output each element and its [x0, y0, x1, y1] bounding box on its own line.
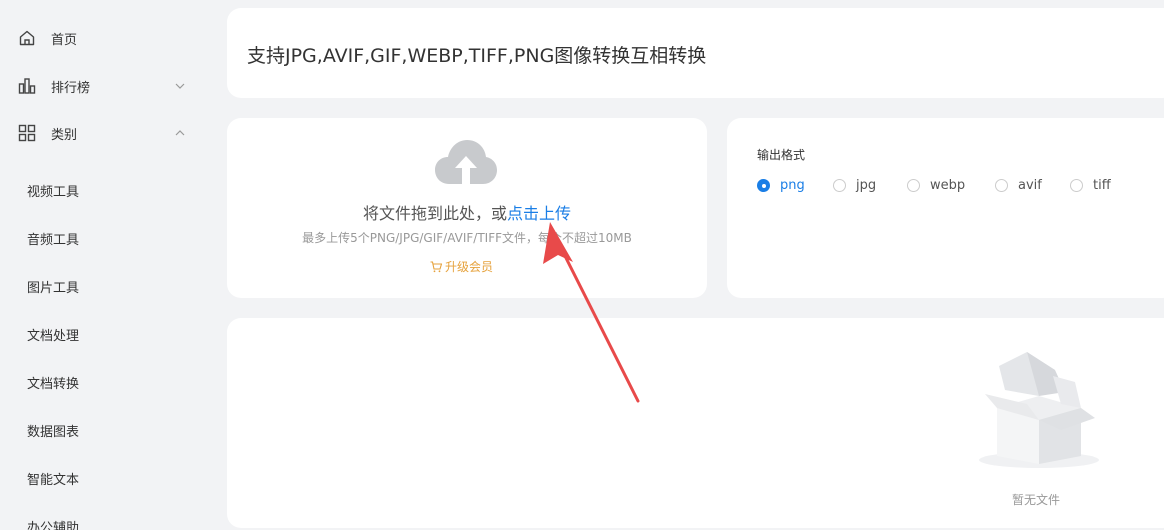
radio-jpg[interactable]: jpg	[833, 178, 876, 193]
radio-dot	[757, 179, 770, 192]
upgrade-member-link[interactable]: 升级会员	[430, 258, 493, 275]
upload-prompt-text: 将文件拖到此处，或	[362, 204, 507, 223]
sidebar: 首页 排行榜 类别 视频工具 音频工具 图片工具 文档处理 文档转换 数据图表 …	[0, 0, 210, 530]
radio-dot	[1070, 179, 1083, 192]
nav-item-ranking[interactable]: 排行榜	[0, 66, 210, 106]
sidebar-item-doc-processing[interactable]: 文档处理	[27, 321, 79, 347]
empty-state-text: 暂无文件	[1012, 493, 1061, 507]
cart-icon	[430, 260, 442, 272]
radio-label: avif	[1018, 178, 1042, 193]
nav-item-label: 排行榜	[51, 80, 91, 96]
output-format-card: 输出格式 png jpg webp avif tiff	[727, 118, 1164, 298]
sidebar-item-smart-text[interactable]: 智能文本	[27, 465, 79, 491]
radio-label: webp	[930, 178, 966, 193]
nav-item-label: 类别	[51, 127, 78, 143]
nav-item-home[interactable]: 首页	[0, 18, 210, 58]
radio-png[interactable]: png	[757, 178, 805, 193]
sidebar-item-image-tools[interactable]: 图片工具	[27, 273, 79, 299]
upload-dropzone[interactable]: 将文件拖到此处，或点击上传 最多上传5个PNG/JPG/GIF/AVIF/TIF…	[227, 118, 707, 298]
sidebar-item-doc-conversion[interactable]: 文档转换	[27, 369, 79, 395]
sidebar-item-office-assist[interactable]: 办公辅助	[27, 513, 79, 530]
radio-label: jpg	[856, 178, 877, 193]
upgrade-label: 升级会员	[445, 260, 494, 274]
chevron-down-icon	[175, 83, 185, 89]
file-list-card: 暂无文件	[227, 318, 1164, 528]
nav-item-category[interactable]: 类别	[0, 113, 210, 153]
sidebar-item-audio-tools[interactable]: 音频工具	[27, 225, 79, 251]
page-title: 支持JPG,AVIF,GIF,WEBP,TIFF,PNG图像转换互相转换	[247, 45, 707, 67]
radio-avif[interactable]: avif	[995, 178, 1042, 193]
sidebar-item-data-charts[interactable]: 数据图表	[27, 417, 79, 443]
radio-webp[interactable]: webp	[907, 178, 965, 193]
sidebar-item-video-tools[interactable]: 视频工具	[27, 177, 79, 203]
upload-prompt: 将文件拖到此处，或点击上传	[227, 200, 707, 224]
radio-label: tiff	[1093, 178, 1111, 193]
empty-box-icon	[979, 352, 1099, 468]
chevron-up-icon	[175, 130, 185, 136]
radio-label: png	[780, 178, 805, 193]
upload-hint: 最多上传5个PNG/JPG/GIF/AVIF/TIFF文件，每个不超过10MB	[302, 231, 632, 245]
title-card: 支持JPG,AVIF,GIF,WEBP,TIFF,PNG图像转换互相转换	[227, 8, 1164, 98]
output-format-label: 输出格式	[757, 148, 806, 162]
click-upload-link[interactable]: 点击上传	[507, 204, 571, 223]
cloud-upload-icon	[435, 140, 497, 184]
radio-dot	[833, 179, 846, 192]
home-icon	[19, 30, 35, 46]
nav-item-label: 首页	[51, 32, 78, 48]
radio-tiff[interactable]: tiff	[1070, 178, 1111, 193]
radio-dot	[907, 179, 920, 192]
chart-bar-icon	[18, 78, 36, 94]
grid-icon	[18, 124, 36, 142]
radio-dot	[995, 179, 1008, 192]
